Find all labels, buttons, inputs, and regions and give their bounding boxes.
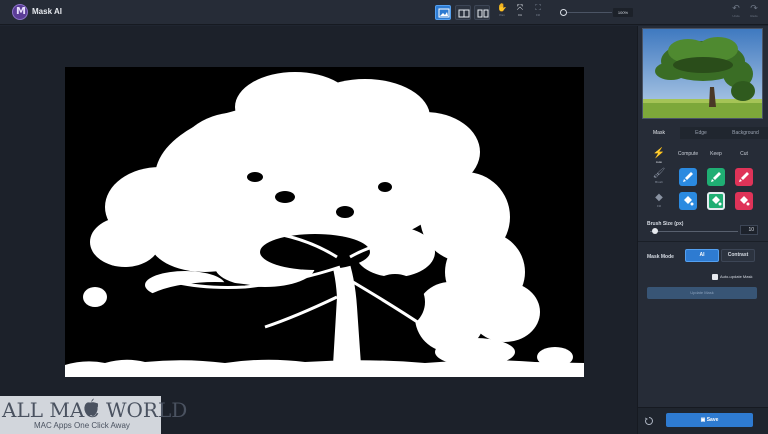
compute-brush-button[interactable] [679,168,697,186]
panel-footer: ▣ Save [638,407,768,434]
brush-size-slider[interactable] [650,231,738,232]
compute-fill-button[interactable] [679,192,697,210]
watermark-subtitle: MAC Apps One Click Away [34,421,130,430]
split-view-button[interactable] [455,5,471,20]
update-mask-button[interactable]: Update Mask [647,287,757,299]
save-button[interactable]: ▣ Save [666,413,753,427]
fit-tool[interactable]: ⤧ Fit [512,3,528,22]
brush-size-slider-handle[interactable] [652,228,659,234]
zoom-slider-handle[interactable] [560,9,567,16]
tab-mask[interactable]: Mask [638,127,680,139]
compute-brush-icon [683,172,693,182]
redo-icon: ↷ [750,3,758,13]
mask-mode-ai-button[interactable]: AI [685,249,719,262]
tab-background[interactable]: Background [722,127,768,139]
zoom-value[interactable]: 100% [613,8,633,17]
watermark-overlay: ALL MAC WORLD MAC Apps One Click Away [0,396,187,434]
image-canvas[interactable] [0,26,637,434]
pan-tool[interactable]: ✋ Pan [494,3,510,22]
tree-mask-silhouette [65,72,584,377]
cut-brush-icon [739,172,749,182]
paint-bucket-icon: ◆ [655,192,663,203]
brush-size-label: Brush Size (px) [647,221,684,227]
fullscreen-icon: ⛶ [535,3,541,12]
auto-update-checkbox[interactable] [712,274,718,280]
keep-brush-button[interactable] [707,168,725,186]
cut-fill-icon [740,196,750,206]
undo-icon: ↶ [732,3,740,13]
mask-settings-panel: Mask Edge Background ⚡ Auto Compute Keep… [637,26,768,434]
image-icon [438,8,450,18]
cut-column-header: Cut [740,151,748,157]
tab-edge[interactable]: Edge [680,127,722,139]
auto-tool[interactable]: ⚡ Auto [649,148,669,165]
keep-fill-button[interactable] [707,192,725,210]
zoom-slider[interactable] [562,12,612,13]
side-by-side-view-button[interactable] [474,5,490,20]
reset-icon[interactable] [644,416,654,426]
app-logo-icon: M [12,4,28,20]
keep-brush-icon [711,172,721,182]
panel-tabs: Mask Edge Background [638,127,768,139]
watermark-title: ALL MAC WORLD [2,398,188,422]
side-by-side-icon [477,9,489,18]
brush-tool[interactable]: 🖌 Brush [649,168,669,185]
auto-update-label: Auto-update Mask [720,274,753,279]
split-view-icon [458,9,470,18]
section-divider [638,241,768,242]
single-view-button[interactable] [435,5,451,20]
mask-mode-contrast-button[interactable]: Contrast [721,249,755,262]
fill-tool-panel[interactable]: ◆ Fill [649,192,669,209]
hand-icon: ✋ [497,3,507,12]
keep-fill-icon [712,196,722,206]
fill-tool[interactable]: ⛶ Fill [530,3,546,22]
app-title: Mask AI [32,7,62,16]
tree-photo-thumbnail [643,29,762,118]
mask-preview-image[interactable] [65,67,584,377]
lightning-icon: ⚡ [652,148,666,159]
navigator-thumbnail[interactable] [642,28,763,119]
cut-brush-button[interactable] [735,168,753,186]
keep-column-header: Keep [710,151,722,157]
mask-mode-label: Mask Mode [647,254,674,260]
mask-ai-window: M Mask AI ✋ Pan ⤧ Fit ⛶ Fill 100% ↶ Undo… [0,0,768,434]
brush-size-value[interactable]: 10 [740,225,758,235]
top-toolbar: M Mask AI ✋ Pan ⤧ Fit ⛶ Fill 100% ↶ Undo… [0,0,768,25]
brush-icon: 🖌 [652,168,666,179]
fit-icon: ⤧ [516,3,524,12]
cut-fill-button[interactable] [735,192,753,210]
undo-button[interactable]: ↶ Undo [728,3,744,22]
redo-button[interactable]: ↷ Redo [746,3,762,22]
compute-fill-icon [684,196,694,206]
compute-column-header: Compute [677,151,699,157]
